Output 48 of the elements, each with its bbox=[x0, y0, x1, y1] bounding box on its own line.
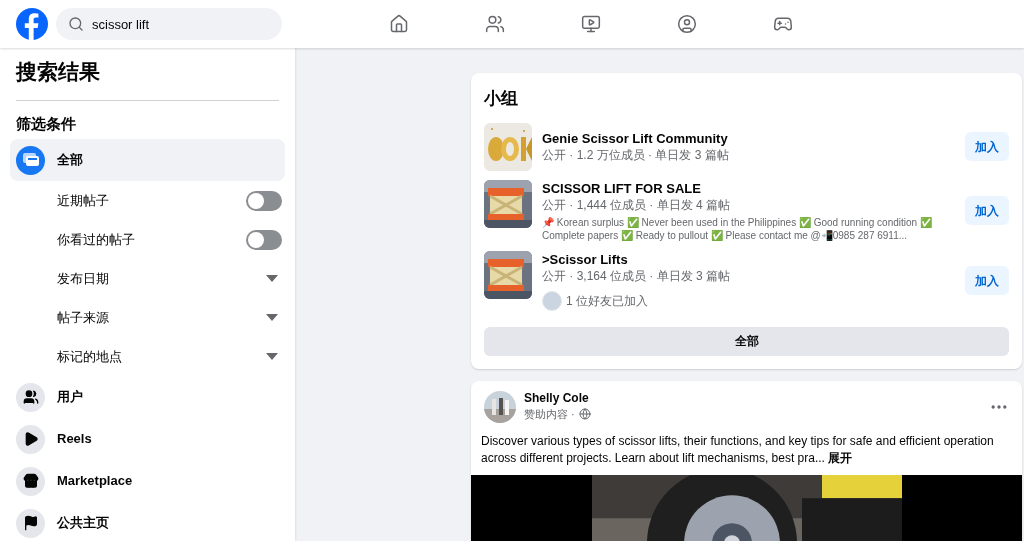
reels-icon bbox=[16, 424, 45, 454]
caret-icon bbox=[266, 313, 278, 322]
globe-icon bbox=[578, 408, 591, 420]
group-name[interactable]: >Scissor Lifts bbox=[542, 250, 955, 268]
people-icon bbox=[16, 382, 45, 412]
home-icon[interactable] bbox=[389, 14, 409, 34]
filter-label: 标记的地点 bbox=[57, 347, 122, 366]
filter-label: 帖子来源 bbox=[57, 308, 109, 327]
sidebar-item[interactable]: 用户 bbox=[10, 376, 285, 418]
sponsored-label: 赞助内容 · bbox=[524, 406, 575, 422]
caret-icon bbox=[266, 352, 278, 361]
sidebar-item[interactable]: 公共主页 bbox=[10, 502, 285, 541]
sidebar-item[interactable]: Reels bbox=[10, 418, 285, 460]
join-button[interactable]: 加入 bbox=[965, 266, 1009, 295]
group-name[interactable]: SCISSOR LIFT FOR SALE bbox=[542, 179, 955, 197]
logo-icon[interactable] bbox=[16, 8, 48, 40]
all-results-icon bbox=[16, 145, 45, 175]
filter-label: 发布日期 bbox=[57, 269, 109, 288]
friends-joined: 1 位好友已加入 bbox=[566, 292, 648, 310]
section-title: 小组 bbox=[484, 88, 519, 110]
filter-label: 近期帖子 bbox=[57, 191, 109, 210]
gaming-icon[interactable] bbox=[773, 14, 793, 34]
group-meta: 公开 · 3,164 位成员 · 单日发 3 篇帖 bbox=[542, 267, 732, 285]
caret-icon bbox=[266, 274, 278, 283]
friend-avatar bbox=[542, 290, 562, 311]
pages-icon bbox=[16, 508, 45, 538]
sidebar-title: 搜索结果 bbox=[14, 59, 101, 85]
groups-icon[interactable] bbox=[677, 14, 697, 34]
see-all-button[interactable]: 全部 bbox=[484, 326, 1009, 356]
toggle-switch[interactable] bbox=[246, 229, 282, 250]
group-description: 📌 Korean surplus ✅ Never been used in the Philippines ✅ Good running condition ✅ Complete papers ✅ Ready to pullout ✅ Please contact me @📲0985 287 6911... bbox=[542, 215, 933, 242]
post-text: Discover various types of scissor lifts, their functions, and key tips for safe and efficient operation across different projects. Learn about lift mechanisms, best pra... 展开 bbox=[480, 432, 995, 467]
video-icon[interactable] bbox=[581, 14, 601, 34]
toggle-switch[interactable] bbox=[246, 190, 282, 211]
sidebar-item[interactable]: Marketplace bbox=[10, 460, 285, 502]
sidebar-item[interactable]: 全部 bbox=[10, 139, 285, 181]
search-icon bbox=[68, 16, 84, 32]
join-button[interactable]: 加入 bbox=[965, 196, 1009, 225]
friends-icon[interactable] bbox=[485, 14, 505, 34]
author-name[interactable]: Shelly Cole bbox=[524, 390, 981, 406]
search-field[interactable]: scissor lift bbox=[56, 8, 282, 40]
group-meta: 公开 · 1,444 位成员 · 单日发 4 篇帖 bbox=[542, 196, 732, 214]
filter-label: 你看过的帖子 bbox=[57, 230, 135, 249]
filters-heading: 筛选条件 bbox=[15, 113, 77, 134]
marketplace-icon bbox=[16, 466, 45, 496]
join-button[interactable]: 加入 bbox=[965, 132, 1009, 161]
group-meta: 公开 · 1.2 万位成员 · 单日发 3 篇帖 bbox=[542, 146, 730, 164]
group-name[interactable]: Genie Scissor Lift Community bbox=[542, 129, 955, 147]
